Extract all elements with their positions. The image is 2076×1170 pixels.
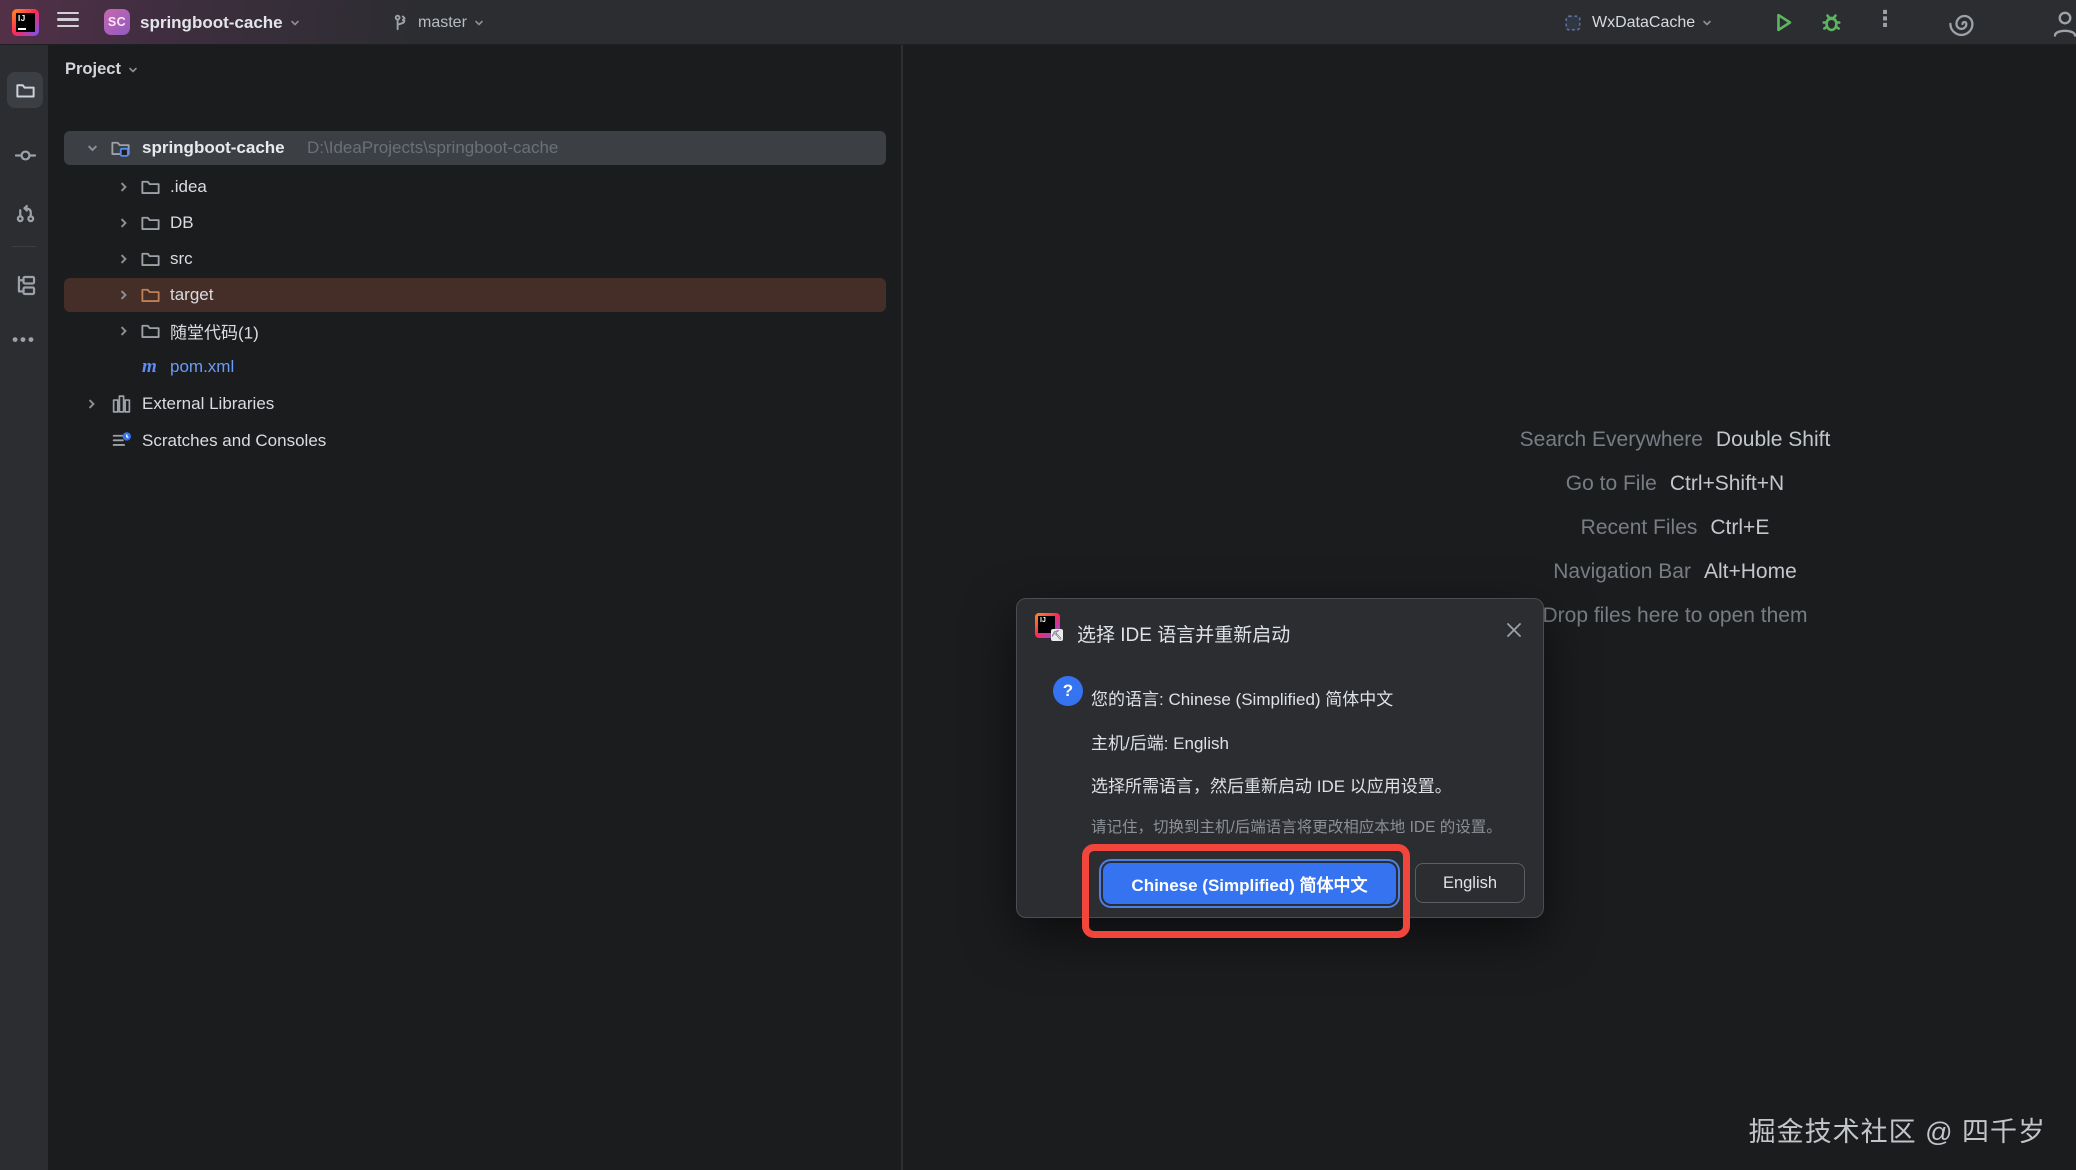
play-icon bbox=[1772, 11, 1795, 34]
tree-item-label: DB bbox=[170, 213, 194, 233]
english-button[interactable]: English bbox=[1415, 863, 1525, 903]
chevron-collapsed-icon[interactable] bbox=[117, 181, 130, 194]
chevron-down-icon bbox=[1702, 18, 1712, 28]
branch-name: master bbox=[418, 14, 467, 32]
help-question-icon: ? bbox=[1053, 676, 1083, 706]
module-folder-icon bbox=[110, 138, 131, 159]
git-branch-icon bbox=[392, 14, 410, 32]
libraries-icon bbox=[111, 394, 132, 415]
more-actions-button[interactable]: ⋮ bbox=[1874, 6, 1896, 32]
chevron-collapsed-icon[interactable] bbox=[117, 325, 130, 338]
tree-row-target[interactable]: target bbox=[45, 277, 902, 313]
pull-request-icon bbox=[15, 203, 36, 224]
user-profile-icon[interactable] bbox=[2050, 9, 2076, 37]
tree-row-idea[interactable]: .idea bbox=[45, 169, 902, 205]
dialog-note: 请记住，切换到主机/后端语言将更改相应本地 IDE 的设置。 bbox=[1091, 815, 1502, 837]
folder-icon bbox=[15, 80, 36, 101]
project-panel-title: Project bbox=[65, 60, 121, 79]
hint-label: Navigation Bar bbox=[1553, 560, 1691, 584]
run-configuration-selector[interactable]: WxDataCache bbox=[1564, 0, 1712, 45]
tool-window-strip: ••• bbox=[0, 45, 48, 1170]
chevron-collapsed-icon[interactable] bbox=[117, 289, 130, 302]
watermark-text: 掘金技术社区 @ 四千岁 bbox=[1749, 1110, 2046, 1149]
project-panel-header[interactable]: Project bbox=[65, 60, 138, 79]
folder-icon bbox=[140, 177, 161, 198]
tree-item-label: target bbox=[170, 285, 213, 305]
hint-recent-files: Recent Files Ctrl+E bbox=[1275, 516, 2075, 540]
hint-shortcut: Double Shift bbox=[1716, 428, 1830, 452]
structure-tool-button[interactable] bbox=[7, 267, 43, 303]
dialog-app-icon-badge: ⛏ bbox=[1051, 629, 1063, 641]
tree-item-label: Scratches and Consoles bbox=[142, 431, 326, 451]
strip-divider bbox=[12, 246, 36, 247]
structure-icon bbox=[15, 275, 36, 296]
hint-shortcut: Ctrl+Shift+N bbox=[1670, 472, 1784, 496]
run-config-icon bbox=[1564, 14, 1582, 32]
tree-row-pomxml[interactable]: m pom.xml bbox=[45, 349, 902, 385]
debug-button[interactable] bbox=[1820, 11, 1843, 34]
dialog-line-your-language: 您的语言: Chinese (Simplified) 简体中文 bbox=[1091, 685, 1393, 710]
folder-icon bbox=[140, 321, 161, 342]
app-logo: IJ bbox=[12, 9, 39, 36]
chevron-down-icon bbox=[290, 18, 300, 28]
hint-search-everywhere: Search Everywhere Double Shift bbox=[1275, 428, 2075, 452]
commit-tool-button[interactable] bbox=[7, 137, 43, 173]
tree-row-classcode[interactable]: 随堂代码(1) bbox=[45, 313, 902, 349]
main-toolbar: IJ SC springboot-cache master WxDataCach… bbox=[0, 0, 2076, 45]
toolbar-gradient bbox=[0, 0, 2076, 44]
tree-row-external-libraries[interactable]: External Libraries bbox=[45, 386, 902, 422]
dialog-app-icon: IJ ⛏ bbox=[1035, 613, 1060, 638]
tree-item-label: src bbox=[170, 249, 193, 269]
more-tool-windows-button[interactable]: ••• bbox=[0, 330, 48, 350]
excluded-folder-icon bbox=[140, 285, 161, 306]
hint-shortcut: Alt+Home bbox=[1704, 560, 1797, 584]
scratches-icon bbox=[111, 431, 132, 452]
project-selector[interactable]: springboot-cache bbox=[140, 0, 300, 45]
hint-shortcut: Ctrl+E bbox=[1710, 516, 1769, 540]
folder-icon bbox=[140, 213, 161, 234]
app-logo-text: IJ bbox=[16, 13, 35, 32]
vcs-branch-selector[interactable]: master bbox=[392, 0, 484, 45]
maven-file-icon: m bbox=[142, 356, 157, 378]
plugin-spiral-icon[interactable] bbox=[1948, 8, 1977, 37]
tree-item-path: D:\IdeaProjects\springboot-cache bbox=[307, 138, 558, 158]
chevron-down-icon bbox=[474, 18, 484, 28]
tree-item-label: pom.xml bbox=[170, 357, 234, 377]
chevron-down-icon bbox=[128, 65, 138, 75]
commit-icon bbox=[15, 145, 36, 166]
hint-label: Search Everywhere bbox=[1520, 428, 1703, 452]
tree-row-db[interactable]: DB bbox=[45, 205, 902, 241]
dialog-title: 选择 IDE 语言并重新启动 bbox=[1077, 620, 1290, 647]
chevron-collapsed-icon[interactable] bbox=[117, 217, 130, 230]
hint-go-to-file: Go to File Ctrl+Shift+N bbox=[1275, 472, 2075, 496]
hint-label: Recent Files bbox=[1581, 516, 1698, 540]
folder-icon bbox=[140, 249, 161, 270]
tree-row-src[interactable]: src bbox=[45, 241, 902, 277]
hint-label: Go to File bbox=[1566, 472, 1657, 496]
tree-item-label: springboot-cache bbox=[142, 138, 285, 158]
tree-item-label: .idea bbox=[170, 177, 207, 197]
chevron-collapsed-icon[interactable] bbox=[117, 253, 130, 266]
chevron-collapsed-icon[interactable] bbox=[85, 398, 98, 411]
close-icon[interactable] bbox=[1505, 621, 1523, 639]
project-tool-button[interactable] bbox=[7, 72, 43, 108]
pull-requests-tool-button[interactable] bbox=[7, 195, 43, 231]
run-button[interactable] bbox=[1772, 11, 1795, 34]
run-config-name: WxDataCache bbox=[1592, 14, 1695, 32]
bug-icon bbox=[1820, 11, 1843, 34]
tree-item-label: External Libraries bbox=[142, 394, 274, 414]
project-name: springboot-cache bbox=[140, 13, 283, 33]
project-avatar[interactable]: SC bbox=[104, 9, 130, 35]
tree-row-root[interactable]: springboot-cache D:\IdeaProjects\springb… bbox=[45, 130, 902, 166]
hint-navigation-bar: Navigation Bar Alt+Home bbox=[1275, 560, 2075, 584]
dialog-line-host-backend: 主机/后端: English bbox=[1091, 729, 1229, 754]
chevron-expanded-icon[interactable] bbox=[86, 142, 99, 155]
tree-item-label: 随堂代码(1) bbox=[170, 319, 259, 344]
hamburger-menu-icon[interactable] bbox=[57, 8, 79, 31]
hint-label: Drop files here to open them bbox=[1543, 604, 1808, 628]
dialog-line-instruction: 选择所需语言，然后重新启动 IDE 以应用设置。 bbox=[1091, 772, 1452, 797]
tree-row-scratches[interactable]: Scratches and Consoles bbox=[45, 423, 902, 459]
red-annotation-box bbox=[1082, 844, 1410, 938]
